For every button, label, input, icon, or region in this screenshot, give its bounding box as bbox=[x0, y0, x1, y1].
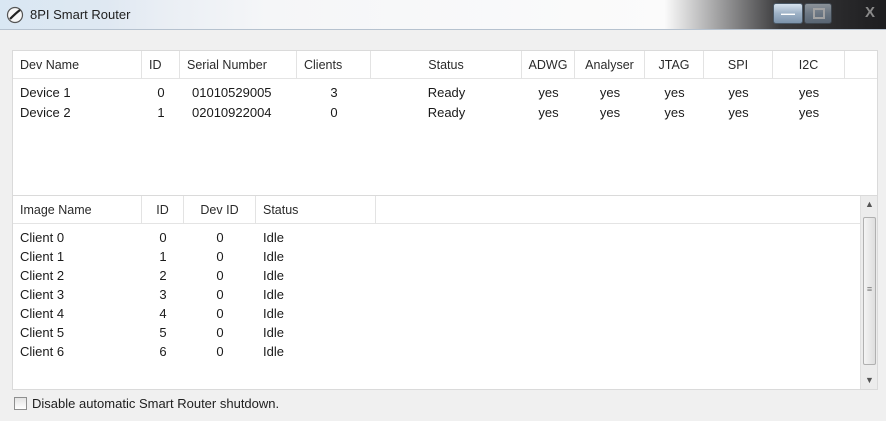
image-name-cell: Client 2 bbox=[20, 268, 65, 283]
col-dev-name[interactable]: Dev Name bbox=[13, 51, 142, 79]
image-id-cell: 0 bbox=[159, 230, 167, 245]
image-id-cell: 2 bbox=[159, 268, 167, 283]
serial-cell: 02010922004 bbox=[192, 105, 272, 120]
close-button[interactable]: X bbox=[833, 3, 883, 24]
col-id[interactable]: ID bbox=[142, 196, 184, 224]
app-logo-icon bbox=[6, 6, 24, 24]
image-id-cell: 1 bbox=[159, 249, 167, 264]
image-name-cell: Client 3 bbox=[20, 287, 65, 302]
table-row[interactable]: Device 1 0 01010529005 3 Ready yes yes y… bbox=[13, 83, 877, 102]
maximize-icon bbox=[813, 8, 825, 19]
list-item[interactable]: Client 2 2 0 Idle bbox=[13, 266, 877, 285]
status-cell: Idle bbox=[263, 268, 284, 283]
dev-id-cell: 0 bbox=[216, 230, 224, 245]
list-item[interactable]: Client 6 6 0 Idle bbox=[13, 342, 877, 361]
adwg-cell: yes bbox=[538, 85, 559, 100]
col-status[interactable]: Status bbox=[256, 196, 376, 224]
col-dev-id[interactable]: Dev ID bbox=[184, 196, 256, 224]
status-cell: Ready bbox=[427, 85, 466, 100]
col-clients[interactable]: Clients bbox=[297, 51, 371, 79]
image-id-cell: 3 bbox=[159, 287, 167, 302]
spi-cell: yes bbox=[728, 85, 749, 100]
spi-cell: yes bbox=[728, 105, 749, 120]
dev-id-cell: 0 bbox=[216, 268, 224, 283]
vertical-scrollbar[interactable]: ▲ ≡ ▼ bbox=[860, 196, 877, 389]
col-serial-number[interactable]: Serial Number bbox=[180, 51, 297, 79]
shutdown-checkbox[interactable] bbox=[14, 397, 27, 410]
image-id-cell: 5 bbox=[159, 325, 167, 340]
devices-table-header: Dev Name ID Serial Number Clients Status… bbox=[13, 51, 877, 79]
window-title: 8PI Smart Router bbox=[30, 7, 131, 22]
images-table[interactable]: Image Name ID Dev ID Status Client 0 0 0… bbox=[12, 195, 878, 390]
image-name-cell: Client 4 bbox=[20, 306, 65, 321]
dev-id-cell: 0 bbox=[216, 249, 224, 264]
dev-id-cell: 1 bbox=[157, 105, 165, 120]
analyser-cell: yes bbox=[599, 85, 621, 100]
maximize-button[interactable] bbox=[804, 3, 832, 24]
status-cell: Idle bbox=[263, 344, 284, 359]
scroll-down-icon[interactable]: ▼ bbox=[861, 372, 878, 389]
scroll-up-icon[interactable]: ▲ bbox=[861, 196, 878, 213]
col-jtag[interactable]: JTAG bbox=[645, 51, 704, 79]
clients-cell: 3 bbox=[330, 85, 338, 100]
shutdown-checkbox-label[interactable]: Disable automatic Smart Router shutdown. bbox=[32, 396, 279, 411]
list-item[interactable]: Client 1 1 0 Idle bbox=[13, 247, 877, 266]
jtag-cell: yes bbox=[664, 105, 685, 120]
devices-table[interactable]: Dev Name ID Serial Number Clients Status… bbox=[12, 50, 878, 205]
image-name-cell: Client 1 bbox=[20, 249, 65, 264]
minimize-icon: — bbox=[781, 5, 795, 21]
list-item[interactable]: Client 5 5 0 Idle bbox=[13, 323, 877, 342]
status-cell: Idle bbox=[263, 325, 284, 340]
dev-id-cell: 0 bbox=[216, 306, 224, 321]
scrollbar-thumb[interactable]: ≡ bbox=[863, 217, 876, 365]
title-bar[interactable]: 8PI Smart Router — X bbox=[0, 0, 886, 30]
status-cell: Idle bbox=[263, 230, 284, 245]
list-item[interactable]: Client 0 0 0 Idle bbox=[13, 228, 877, 247]
window-content: Dev Name ID Serial Number Clients Status… bbox=[8, 30, 878, 421]
col-analyser[interactable]: Analyser bbox=[575, 51, 645, 79]
app-window: 8PI Smart Router — X Dev Name ID Serial … bbox=[0, 0, 886, 421]
serial-cell: 01010529005 bbox=[192, 85, 272, 100]
status-cell: Idle bbox=[263, 306, 284, 321]
image-id-cell: 6 bbox=[159, 344, 167, 359]
dev-name-cell: Device 2 bbox=[20, 105, 71, 120]
col-image-name[interactable]: Image Name bbox=[13, 196, 142, 224]
images-table-header: Image Name ID Dev ID Status bbox=[13, 196, 862, 224]
adwg-cell: yes bbox=[538, 105, 559, 120]
i2c-cell: yes bbox=[798, 105, 820, 120]
image-name-cell: Client 0 bbox=[20, 230, 65, 245]
dev-id-cell: 0 bbox=[157, 85, 165, 100]
dev-id-cell: 0 bbox=[216, 325, 224, 340]
col-i2c[interactable]: I2C bbox=[773, 51, 845, 79]
list-item[interactable]: Client 4 4 0 Idle bbox=[13, 304, 877, 323]
grip-icon: ≡ bbox=[866, 284, 873, 294]
dev-name-cell: Device 1 bbox=[20, 85, 71, 100]
col-spi[interactable]: SPI bbox=[704, 51, 773, 79]
minimize-button[interactable]: — bbox=[773, 3, 803, 24]
status-cell: Idle bbox=[263, 249, 284, 264]
image-name-cell: Client 5 bbox=[20, 325, 65, 340]
col-id[interactable]: ID bbox=[142, 51, 180, 79]
image-id-cell: 4 bbox=[159, 306, 167, 321]
dev-id-cell: 0 bbox=[216, 287, 224, 302]
clients-cell: 0 bbox=[330, 105, 338, 120]
col-adwg[interactable]: ADWG bbox=[522, 51, 575, 79]
col-status[interactable]: Status bbox=[371, 51, 522, 79]
status-cell: Idle bbox=[263, 287, 284, 302]
jtag-cell: yes bbox=[664, 85, 685, 100]
i2c-cell: yes bbox=[798, 85, 820, 100]
list-item[interactable]: Client 3 3 0 Idle bbox=[13, 285, 877, 304]
image-name-cell: Client 6 bbox=[20, 344, 65, 359]
footer: Disable automatic Smart Router shutdown. bbox=[8, 393, 878, 415]
status-cell: Ready bbox=[427, 105, 466, 120]
col-filler bbox=[376, 196, 862, 224]
close-icon: X bbox=[864, 4, 875, 21]
dev-id-cell: 0 bbox=[216, 344, 224, 359]
table-row[interactable]: Device 2 1 02010922004 0 Ready yes yes y… bbox=[13, 103, 877, 122]
analyser-cell: yes bbox=[599, 105, 621, 120]
